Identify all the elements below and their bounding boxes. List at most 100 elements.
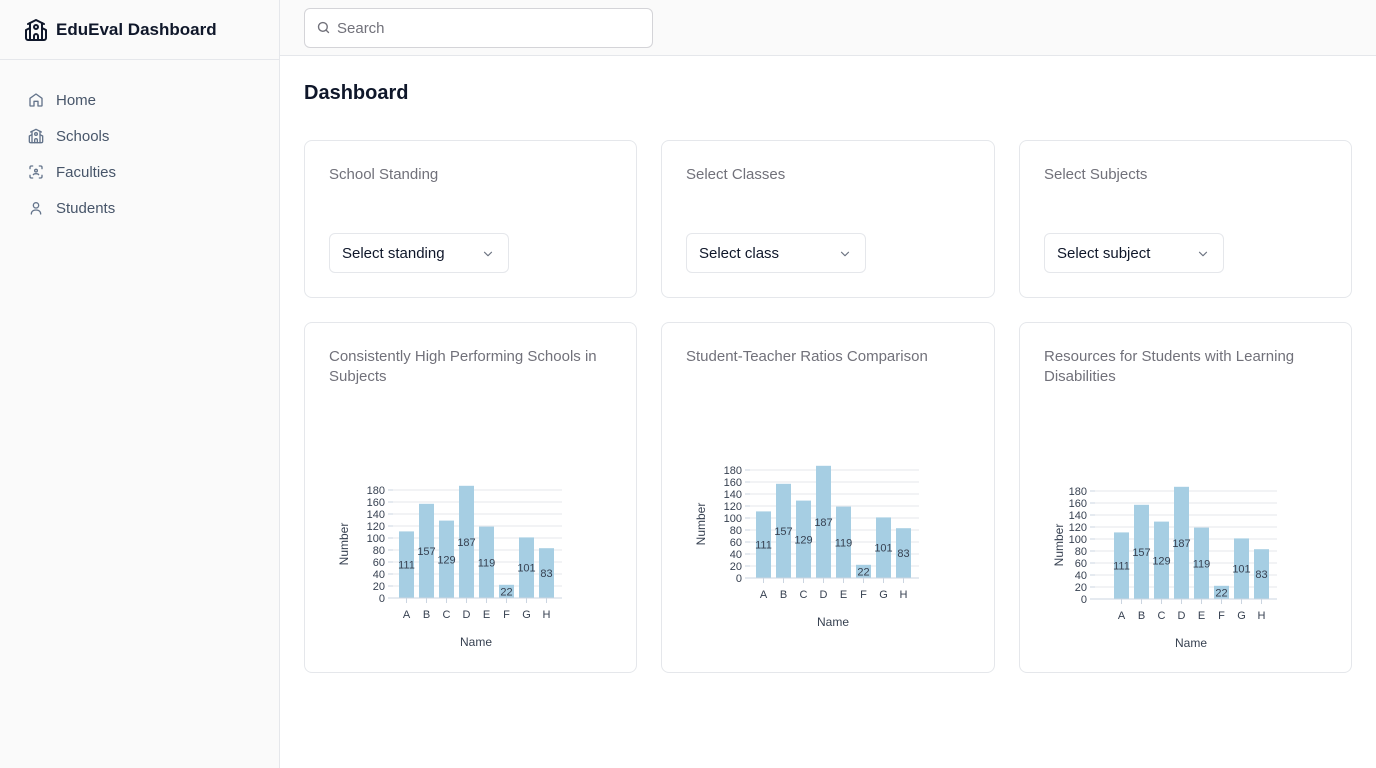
x-tick-label: H bbox=[1258, 610, 1266, 622]
data-label: 101 bbox=[517, 563, 535, 575]
y-tick-label: 160 bbox=[1069, 498, 1087, 510]
data-label: 22 bbox=[1215, 587, 1227, 599]
sidebar-item-label: Home bbox=[56, 91, 97, 109]
data-label: 157 bbox=[774, 526, 792, 538]
y-tick-label: 0 bbox=[736, 573, 742, 585]
data-label: 111 bbox=[398, 560, 415, 572]
x-tick-label: G bbox=[522, 609, 531, 621]
chevron-down-icon bbox=[838, 247, 852, 261]
filter-card-standing: School Standing Select standing bbox=[304, 140, 637, 298]
bar-chart: 020406080100120140160180 111 A 157 B 129 C 187 D… bbox=[1052, 486, 1277, 650]
y-tick-label: 120 bbox=[367, 521, 385, 533]
y-tick-label: 0 bbox=[1081, 594, 1087, 606]
chevron-down-icon bbox=[481, 247, 495, 261]
y-axis-label: Number bbox=[694, 503, 708, 546]
sidebar-item-faculties[interactable]: Faculties bbox=[0, 154, 279, 190]
y-tick-label: 80 bbox=[1075, 546, 1087, 558]
data-label: 101 bbox=[874, 543, 892, 555]
data-label: 187 bbox=[814, 517, 832, 529]
data-label: 83 bbox=[1255, 569, 1267, 581]
x-tick-label: D bbox=[1178, 610, 1186, 622]
sidebar-item-label: Faculties bbox=[56, 163, 117, 181]
user-icon bbox=[28, 200, 44, 216]
bar-chart: 020406080100120140160180 111 A 157 B 129 C 187 D… bbox=[337, 485, 562, 649]
data-label: 119 bbox=[1193, 558, 1211, 570]
select-value: Select class bbox=[699, 245, 780, 262]
school-building-icon bbox=[24, 18, 48, 42]
select-value: Select standing bbox=[342, 245, 445, 262]
select-value: Select subject bbox=[1057, 245, 1151, 262]
filter-card-classes: Select Classes Select class bbox=[661, 140, 995, 298]
x-tick-label: H bbox=[900, 589, 908, 601]
x-tick-label: E bbox=[840, 589, 847, 601]
y-tick-label: 100 bbox=[367, 533, 385, 545]
x-tick-label: E bbox=[483, 609, 490, 621]
data-label: 83 bbox=[540, 568, 552, 580]
y-tick-label: 180 bbox=[1069, 486, 1087, 498]
data-label: 119 bbox=[478, 557, 496, 569]
card-title: School Standing bbox=[329, 166, 439, 183]
x-tick-label: A bbox=[403, 609, 411, 621]
brand[interactable]: EduEval Dashboard bbox=[0, 0, 279, 60]
x-tick-label: F bbox=[503, 609, 510, 621]
data-label: 22 bbox=[857, 566, 869, 578]
x-axis-label: Name bbox=[460, 635, 492, 649]
page-title: Dashboard bbox=[304, 82, 409, 104]
y-tick-label: 120 bbox=[724, 501, 742, 513]
y-tick-label: 80 bbox=[730, 525, 742, 537]
x-tick-label: C bbox=[1158, 610, 1166, 622]
chart-card-high-performing: Consistently High Performing Schools in … bbox=[304, 322, 637, 673]
bar-chart: 020406080100120140160180 111 A 157 B 129 C 187 D… bbox=[694, 465, 919, 629]
sidebar-item-students[interactable]: Students bbox=[0, 190, 279, 226]
x-tick-label: G bbox=[879, 589, 888, 601]
data-label: 22 bbox=[500, 586, 512, 598]
data-label: 111 bbox=[755, 540, 772, 552]
app-title: EduEval Dashboard bbox=[56, 19, 217, 39]
y-tick-label: 120 bbox=[1069, 522, 1087, 534]
x-tick-label: E bbox=[1198, 610, 1205, 622]
x-tick-label: B bbox=[780, 589, 787, 601]
y-tick-label: 20 bbox=[730, 561, 742, 573]
sidebar-item-home[interactable]: Home bbox=[0, 82, 279, 118]
class-select[interactable]: Select class bbox=[686, 233, 866, 273]
data-label: 157 bbox=[417, 546, 435, 558]
y-tick-label: 140 bbox=[724, 489, 742, 501]
data-label: 83 bbox=[897, 548, 909, 560]
y-tick-label: 160 bbox=[724, 477, 742, 489]
chart-card-learning-resources: Resources for Students with Learning Dis… bbox=[1019, 322, 1352, 673]
y-tick-label: 60 bbox=[373, 557, 385, 569]
home-icon bbox=[28, 92, 44, 108]
data-label: 187 bbox=[1172, 538, 1190, 550]
x-axis-label: Name bbox=[1175, 636, 1207, 650]
faculty-scan-icon bbox=[28, 164, 44, 180]
search-input[interactable] bbox=[337, 9, 637, 47]
x-tick-label: B bbox=[1138, 610, 1145, 622]
y-tick-label: 20 bbox=[373, 581, 385, 593]
x-tick-label: F bbox=[860, 589, 867, 601]
y-axis-label: Number bbox=[337, 523, 351, 566]
y-tick-label: 40 bbox=[730, 549, 742, 561]
standing-select[interactable]: Select standing bbox=[329, 233, 509, 273]
data-label: 157 bbox=[1132, 547, 1150, 559]
search-box[interactable] bbox=[304, 8, 653, 48]
data-label: 101 bbox=[1232, 564, 1250, 576]
data-label: 129 bbox=[1152, 555, 1170, 567]
search-icon bbox=[316, 20, 331, 35]
y-tick-label: 40 bbox=[373, 569, 385, 581]
y-tick-label: 80 bbox=[373, 545, 385, 557]
x-tick-label: H bbox=[543, 609, 551, 621]
sidebar-item-schools[interactable]: Schools bbox=[0, 118, 279, 154]
topbar bbox=[280, 0, 1376, 56]
filter-card-subjects: Select Subjects Select subject bbox=[1019, 140, 1352, 298]
y-tick-label: 140 bbox=[1069, 510, 1087, 522]
x-tick-label: D bbox=[463, 609, 471, 621]
x-tick-label: F bbox=[1218, 610, 1225, 622]
data-label: 129 bbox=[794, 534, 812, 546]
subject-select[interactable]: Select subject bbox=[1044, 233, 1224, 273]
x-axis-label: Name bbox=[817, 615, 849, 629]
y-tick-label: 0 bbox=[379, 593, 385, 605]
y-tick-label: 60 bbox=[730, 537, 742, 549]
x-tick-label: A bbox=[760, 589, 768, 601]
y-axis-label: Number bbox=[1052, 524, 1066, 567]
sidebar-item-label: Students bbox=[56, 199, 116, 217]
